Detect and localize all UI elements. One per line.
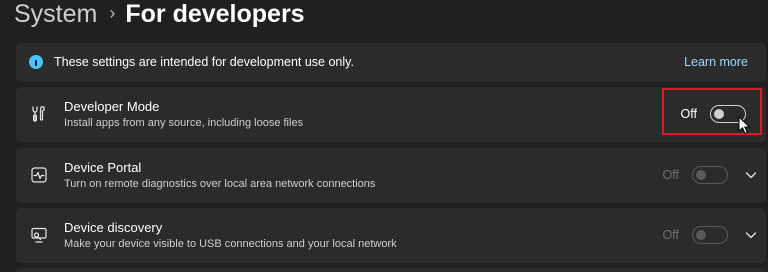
setting-description: Install apps from any source, including … bbox=[64, 117, 304, 129]
toggle-state-label: Off bbox=[662, 228, 679, 242]
device-discovery-toggle[interactable] bbox=[692, 226, 728, 244]
breadcrumb-system[interactable]: System bbox=[14, 0, 97, 29]
device-portal-toggle[interactable] bbox=[692, 166, 728, 184]
setting-description: Turn on remote diagnostics over local ar… bbox=[64, 178, 376, 190]
setting-title: Device Portal bbox=[64, 160, 142, 175]
setting-device-portal[interactable]: Device Portal Turn on remote diagnostics… bbox=[16, 148, 766, 203]
breadcrumb: System › For developers bbox=[14, 0, 305, 34]
chevron-down-icon[interactable] bbox=[744, 228, 758, 242]
mouse-pointer-icon bbox=[738, 116, 751, 135]
info-banner: These settings are intended for developm… bbox=[16, 43, 766, 82]
setting-developer-mode: Developer Mode Install apps from any sou… bbox=[16, 87, 766, 142]
chevron-down-icon[interactable] bbox=[744, 168, 758, 182]
setting-description: Make your device visible to USB connecti… bbox=[64, 238, 397, 250]
tools-icon bbox=[32, 106, 45, 122]
pulse-monitor-icon bbox=[31, 167, 47, 183]
setting-title: Device discovery bbox=[64, 220, 163, 235]
info-icon bbox=[29, 55, 43, 69]
toggle-state-label: Off bbox=[662, 168, 679, 182]
page-title: For developers bbox=[125, 0, 305, 28]
setting-card-partial bbox=[16, 268, 766, 272]
learn-more-link[interactable]: Learn more bbox=[684, 55, 748, 69]
device-link-icon bbox=[31, 227, 47, 243]
setting-device-discovery[interactable]: Device discovery Make your device visibl… bbox=[16, 208, 766, 263]
info-text: These settings are intended for developm… bbox=[54, 55, 354, 69]
setting-title: Developer Mode bbox=[64, 99, 160, 114]
breadcrumb-separator: › bbox=[109, 2, 116, 23]
